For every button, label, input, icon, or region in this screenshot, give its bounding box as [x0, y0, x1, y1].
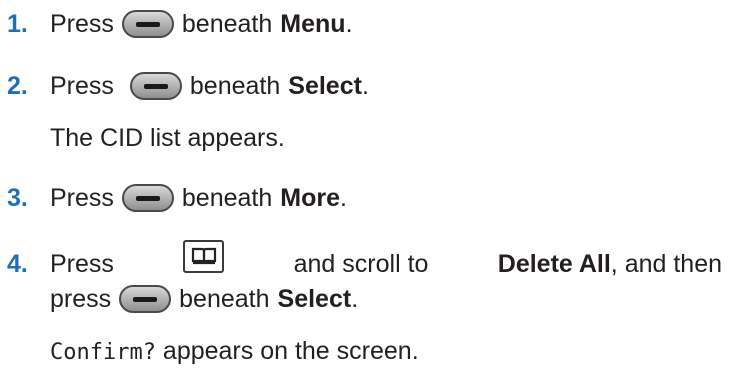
step-number: 4. [7, 249, 28, 278]
step-4-result: Confirm? appears on the screen. [50, 336, 419, 368]
soft-key-icon [121, 184, 174, 212]
press-text: Press [50, 72, 114, 100]
key-target-select: Select [277, 285, 352, 313]
result-text: appears on the screen. [155, 337, 419, 365]
press-text: Press [50, 184, 114, 212]
period: . [340, 184, 347, 212]
soft-key-icon [119, 285, 172, 313]
step-4-continued: press beneath Select. [50, 284, 358, 314]
beneath-text: beneath [189, 72, 281, 100]
press-text: Press [50, 10, 114, 38]
key-target-select: Select [288, 72, 362, 100]
step-3: 3. Press beneath More. [7, 183, 347, 213]
step-number: 1. [7, 10, 28, 38]
then-text: , and then [610, 249, 723, 278]
step-number: 2. [7, 72, 28, 100]
period: . [351, 285, 359, 313]
key-target-delete-all: Delete All [497, 249, 611, 278]
key-target-menu: Menu [280, 10, 346, 38]
step-number: 3. [7, 184, 28, 212]
soft-key-icon [121, 10, 174, 38]
soft-key-icon [129, 72, 182, 100]
step-1: 1. Press beneath Menu. [7, 9, 353, 39]
step-4: 4. Press and scroll to Delete All, and t… [7, 240, 723, 280]
beneath-text: beneath [179, 285, 270, 313]
press-text: Press [50, 249, 114, 278]
period: . [345, 10, 353, 38]
beneath-text: beneath [181, 184, 273, 212]
key-target-more: More [280, 184, 341, 212]
press-text: press [50, 285, 112, 313]
screen-text-confirm: Confirm? [50, 340, 156, 365]
scroll-text: and scroll to [293, 249, 429, 278]
beneath-text: beneath [181, 10, 273, 38]
step-2-result: The CID list appears. [50, 124, 285, 152]
step-2: 2. Press beneath Select. [7, 71, 369, 101]
phonebook-key-icon [183, 240, 225, 273]
period: . [361, 72, 369, 100]
